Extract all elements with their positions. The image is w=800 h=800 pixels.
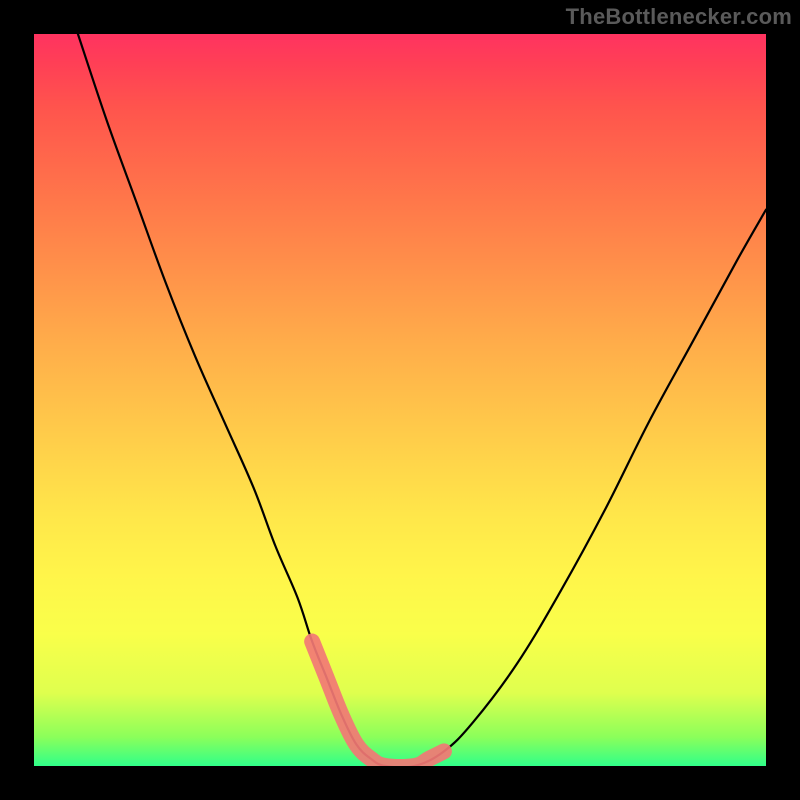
chart-frame: TheBottlenecker.com — [0, 0, 800, 800]
attribution-watermark: TheBottlenecker.com — [566, 4, 792, 30]
bottleneck-curve — [78, 34, 766, 766]
optimal-range-highlight — [312, 642, 444, 766]
plot-area — [34, 34, 766, 766]
curve-layer — [34, 34, 766, 766]
